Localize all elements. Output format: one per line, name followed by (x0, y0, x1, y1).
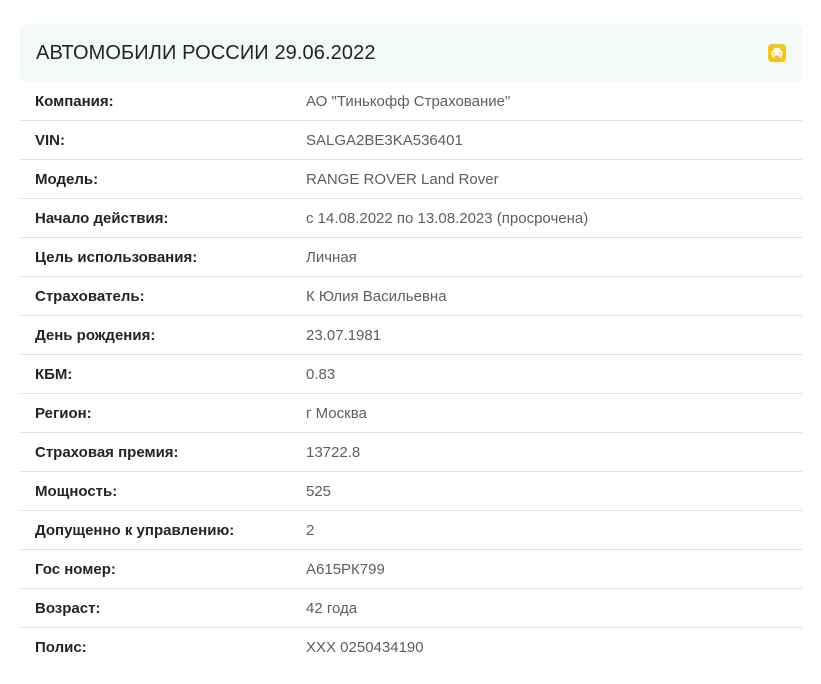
row-model: Модель: RANGE ROVER Land Rover (20, 160, 802, 199)
row-label: Допущенно к управлению: (35, 521, 235, 539)
row-label: Полис: (35, 639, 87, 656)
page-title: АВТОМОБИЛИ РОССИИ 29.06.2022 (36, 41, 376, 64)
card-header: АВТОМОБИЛИ РОССИИ 29.06.2022 (20, 24, 802, 82)
row-value: ХХХ 0250434190 (306, 639, 424, 656)
row-drivers: Допущенно к управлению: 2 (20, 511, 802, 550)
row-kbm: КБМ: 0.83 (20, 355, 802, 394)
row-plate: Гос номер: А615РК799 (20, 550, 802, 589)
row-label: Страхователь: (35, 287, 145, 305)
row-insurer: Страхователь: К Юлия Васильевна (20, 277, 802, 316)
row-value: 42 года (306, 599, 358, 617)
row-label: Мощность: (35, 482, 118, 500)
row-power: Мощность: 525 (20, 472, 802, 511)
row-region: Регион: г Москва (20, 394, 802, 433)
row-label: Цель использования: (35, 248, 198, 266)
row-label: Страховая премия: (35, 443, 179, 461)
row-label: Гос номер: (35, 560, 116, 578)
row-value: Личная (306, 248, 357, 266)
row-label: Возраст: (35, 599, 101, 617)
row-age: Возраст: 42 года (20, 589, 802, 628)
row-value: SALGA2BE3KA536401 (306, 131, 463, 149)
row-value: К Юлия Васильевна (306, 287, 447, 305)
row-value: 23.07.1981 (306, 326, 382, 344)
row-label: VIN: (35, 131, 65, 149)
row-label: День рождения: (35, 326, 156, 344)
row-value: г Москва (306, 404, 367, 422)
row-label: Компания: (35, 92, 114, 110)
row-label: КБМ: (35, 365, 73, 383)
row-purpose: Цель использования: Личная (20, 238, 802, 277)
row-label: Модель: (35, 170, 99, 188)
car-icon[interactable] (768, 44, 786, 62)
row-value: RANGE ROVER Land Rover (306, 170, 499, 188)
row-company: Компания: АО "Тинькофф Страхование" (20, 82, 802, 121)
row-birthday: День рождения: 23.07.1981 (20, 316, 802, 355)
vehicle-info-card: АВТОМОБИЛИ РОССИИ 29.06.2022 Компания: А… (20, 24, 802, 667)
row-policy: Полис: ХХХ 0250434190 (20, 628, 802, 667)
row-value: А615РК799 (306, 560, 385, 578)
row-label: Начало действия: (35, 209, 169, 227)
row-value: 13722.8 (306, 443, 361, 461)
row-value: 525 (306, 482, 332, 500)
details-table: Компания: АО "Тинькофф Страхование" VIN:… (20, 82, 802, 667)
row-value: с 14.08.2022 по 13.08.2023 (просрочена) (306, 209, 589, 227)
row-value: 2 (306, 521, 315, 539)
row-value: 0.83 (306, 365, 336, 383)
row-label: Регион: (35, 404, 92, 422)
row-vin: VIN: SALGA2BE3KA536401 (20, 121, 802, 160)
row-validity: Начало действия: с 14.08.2022 по 13.08.2… (20, 199, 802, 238)
row-value: АО "Тинькофф Страхование" (306, 92, 511, 110)
row-premium: Страховая премия: 13722.8 (20, 433, 802, 472)
